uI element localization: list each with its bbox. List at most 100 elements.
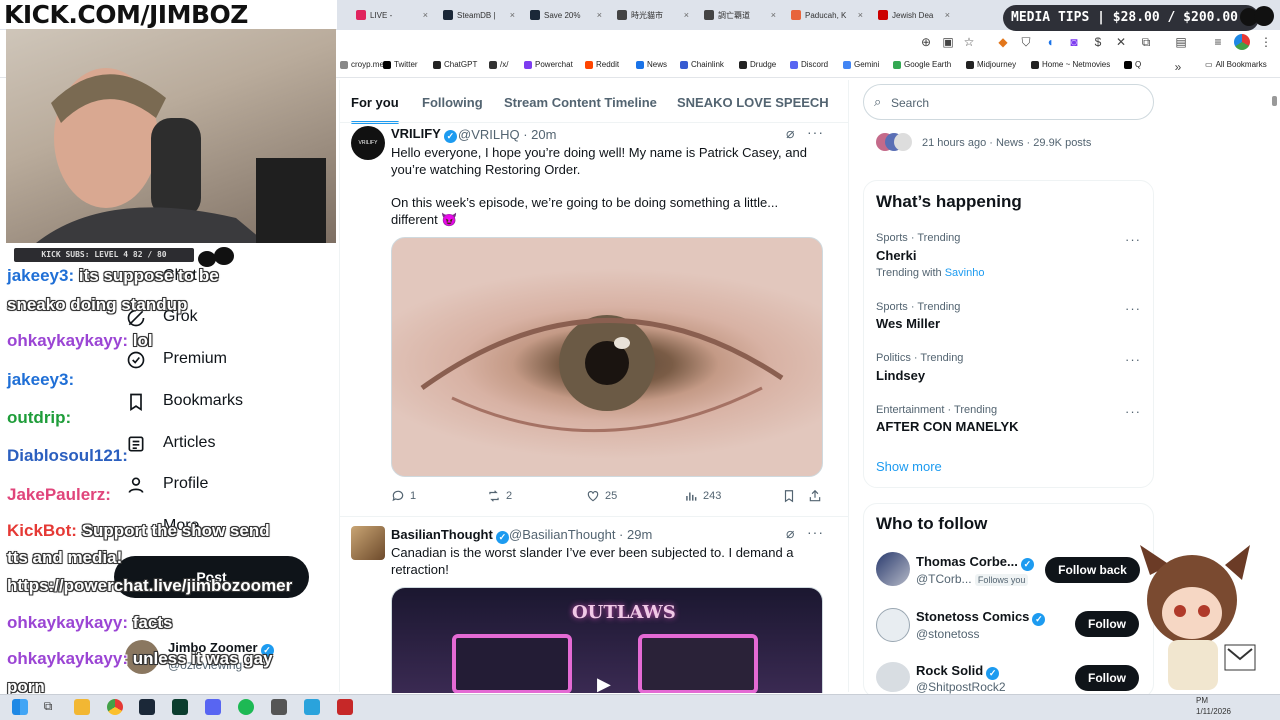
tab-following[interactable]: Following xyxy=(422,95,483,110)
steam-icon[interactable] xyxy=(139,699,155,715)
browser-tab[interactable]: LIVE - × xyxy=(350,4,434,26)
tweet-avatar[interactable]: VRILIFY xyxy=(351,126,385,160)
follow-back-button[interactable]: Follow back xyxy=(1045,557,1140,583)
audio-icon[interactable]: ◖ xyxy=(1042,34,1058,50)
tab-stream-content-timeline[interactable]: Stream Content Timeline xyxy=(504,95,657,110)
telegram-icon[interactable] xyxy=(304,699,320,715)
close-tab-icon[interactable]: × xyxy=(945,10,950,20)
all-bookmarks-link[interactable]: ▭ All Bookmarks xyxy=(1205,60,1267,69)
tab-search-icon[interactable]: ▤ xyxy=(1173,34,1189,50)
bookmark-item[interactable]: /x/ xyxy=(489,60,508,69)
trend-item-cherki[interactable]: Cherki xyxy=(876,248,916,263)
extension-icon[interactable]: ◙ xyxy=(1066,34,1082,50)
follow-suggestion-name[interactable]: Stonetoss Comics ✓ xyxy=(916,609,1046,626)
trend-more-icon[interactable]: ··· xyxy=(1125,301,1141,316)
tweet-author-name[interactable]: BasilianThought ✓ xyxy=(391,527,509,544)
bookmark-item[interactable]: News xyxy=(636,60,667,69)
spotify-icon[interactable] xyxy=(238,699,254,715)
tweet-media-image[interactable] xyxy=(391,237,823,477)
shield-icon[interactable]: ⛉ xyxy=(1018,34,1034,50)
search-input[interactable]: ⌕ Search xyxy=(863,84,1154,120)
tweet-avatar[interactable] xyxy=(351,526,385,560)
like-button[interactable]: 25 xyxy=(586,489,617,503)
bookmark-item[interactable]: Home ~ Netmovies xyxy=(1031,60,1110,69)
follow-suggestion-name[interactable]: Thomas Corbe... ✓ xyxy=(916,554,1034,571)
bookmark-item[interactable]: Discord xyxy=(790,60,828,69)
articles-nav-icon[interactable] xyxy=(126,434,146,454)
bookmark-item[interactable]: Chainlink xyxy=(680,60,724,69)
app-icon[interactable] xyxy=(172,699,188,715)
show-more-link[interactable]: Show more xyxy=(876,459,942,474)
bookmark-item[interactable]: Midjourney xyxy=(966,60,1016,69)
browser-tab[interactable]: SteamDB | × xyxy=(437,4,521,26)
trend-more-icon[interactable]: ··· xyxy=(1125,232,1141,247)
tab-sneako-love-speech[interactable]: SNEAKO LOVE SPEECH xyxy=(677,95,829,110)
start-button-icon[interactable] xyxy=(12,699,28,715)
bookmark-item[interactable]: Reddit xyxy=(585,60,619,69)
zoom-icon[interactable]: ⊕ xyxy=(918,34,934,50)
file-explorer-icon[interactable] xyxy=(74,699,90,715)
discord-icon[interactable] xyxy=(205,699,221,715)
repost-button[interactable]: 2 xyxy=(487,489,512,503)
close-tab-icon[interactable]: × xyxy=(858,10,863,20)
share-button[interactable] xyxy=(808,489,822,503)
nav-item-profile[interactable]: Profile xyxy=(163,475,208,493)
follow-suggestion-name[interactable]: Rock Solid ✓ xyxy=(916,663,1000,680)
reply-button[interactable]: 1 xyxy=(391,489,416,503)
grok-icon[interactable]: ⌀ xyxy=(786,525,795,542)
dollar-extension-icon[interactable]: $ xyxy=(1090,34,1106,50)
bookmark-item[interactable]: Google Earth xyxy=(893,60,951,69)
tweet-more-icon[interactable]: ··· xyxy=(807,124,824,140)
task-view-icon[interactable]: ⧉ xyxy=(40,699,56,715)
bookmark-item[interactable]: Gemini xyxy=(843,60,879,69)
grok-icon[interactable]: ⌀ xyxy=(786,125,795,142)
app-icon[interactable] xyxy=(271,699,287,715)
trend-item-lindsey[interactable]: Lindsey xyxy=(876,368,925,383)
trend-link[interactable]: Savinho xyxy=(945,267,985,279)
play-icon[interactable]: ▶ xyxy=(597,674,611,693)
avatar[interactable] xyxy=(876,608,910,642)
close-tab-icon[interactable]: × xyxy=(771,10,776,20)
chrome-icon[interactable] xyxy=(107,699,123,715)
premium-badge-icon[interactable] xyxy=(126,350,146,370)
browser-tab[interactable]: 調亡覇道 × xyxy=(698,4,782,26)
tweet-media-video[interactable]: OUTLAWS ▶ xyxy=(391,587,823,693)
browser-tab[interactable]: 時光貓市 × xyxy=(611,4,695,26)
trend-more-icon[interactable]: ··· xyxy=(1125,404,1141,419)
bookmark-item[interactable]: croyp.me xyxy=(340,60,384,69)
avatar[interactable] xyxy=(876,552,910,586)
trend-more-icon[interactable]: ··· xyxy=(1125,352,1141,367)
bookmarks-nav-icon[interactable] xyxy=(126,392,146,412)
close-tab-icon[interactable]: × xyxy=(597,10,602,20)
tweet-more-icon[interactable]: ··· xyxy=(807,524,824,540)
close-tab-icon[interactable]: × xyxy=(423,10,428,20)
avatar[interactable] xyxy=(876,662,910,692)
bookmark-item[interactable]: Twitter xyxy=(383,60,418,69)
tweet-author-handle[interactable]: @VRILHQ · 20m xyxy=(458,127,556,142)
tab-for-you[interactable]: For you xyxy=(351,95,399,124)
profile-nav-icon[interactable] xyxy=(126,475,146,495)
bookmark-button[interactable] xyxy=(782,489,796,503)
close-tab-icon[interactable]: × xyxy=(510,10,515,20)
views-button[interactable]: 243 xyxy=(684,489,721,503)
bookmark-item[interactable]: ChatGPT xyxy=(433,60,477,69)
trend-item-after-con-manelyk[interactable]: AFTER CON MANELYK xyxy=(876,419,1019,434)
bookmarks-overflow-icon[interactable]: » xyxy=(1170,59,1186,75)
nav-item-articles[interactable]: Articles xyxy=(163,434,215,452)
profile-avatar-icon[interactable] xyxy=(1234,34,1250,50)
bookmark-item[interactable]: Drudge xyxy=(739,60,776,69)
bookmark-item[interactable]: Powerchat xyxy=(524,60,573,69)
browser-tab[interactable]: Paducah, K × xyxy=(785,4,869,26)
trend-item-wes-miller[interactable]: Wes Miller xyxy=(876,316,940,331)
scrollbar-thumb[interactable] xyxy=(1272,96,1277,106)
bookmark-item[interactable]: Q xyxy=(1124,60,1141,69)
nav-item-premium[interactable]: Premium xyxy=(163,350,227,368)
nav-item-bookmarks[interactable]: Bookmarks xyxy=(163,392,243,410)
kebab-menu-icon[interactable]: ⋮ xyxy=(1258,34,1274,50)
browser-tab[interactable]: Jewish Dea × xyxy=(872,4,956,26)
puzzle-icon[interactable]: ⧉ xyxy=(1138,34,1154,50)
bookmark-star-icon[interactable]: ☆ xyxy=(961,34,977,50)
browser-tab[interactable]: Save 20% × xyxy=(524,4,608,26)
x-extension-icon[interactable]: ✕ xyxy=(1113,34,1129,50)
tweet-author-handle[interactable]: @BasilianThought · 29m xyxy=(509,527,652,542)
